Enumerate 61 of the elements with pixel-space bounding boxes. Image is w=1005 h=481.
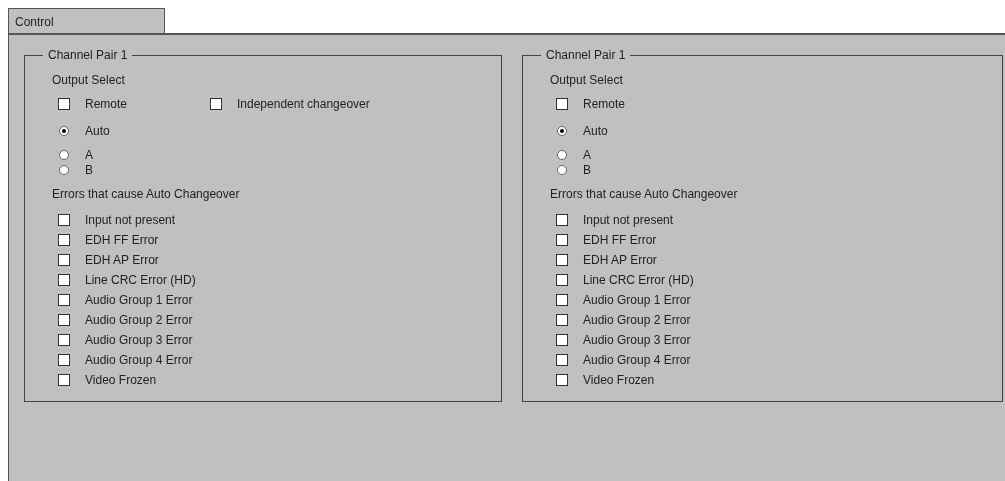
option-label: Audio Group 1 Error [583,292,691,309]
option-label: Line CRC Error (HD) [583,272,694,289]
option-label: EDH AP Error [85,252,159,269]
option-label: Video Frozen [583,372,655,389]
option-label: B [583,161,591,179]
group-title: Channel Pair 1 [541,48,631,62]
option-label: Input not present [583,212,674,229]
option-label: Audio Group 3 Error [85,332,193,349]
section-label: Output Select [550,72,624,88]
checkbox[interactable] [210,98,222,110]
option-label: Audio Group 1 Error [85,292,193,309]
checkbox[interactable] [58,314,70,326]
option-label: Remote [583,96,626,113]
option-label: Auto [583,123,608,140]
checkbox[interactable] [58,274,70,286]
option-label: Audio Group 3 Error [583,332,691,349]
section-label: Errors that cause Auto Changeover [52,186,241,202]
checkbox[interactable] [556,314,568,326]
radio-button[interactable] [557,149,567,160]
checkbox[interactable] [556,294,568,306]
checkbox[interactable] [556,98,568,110]
radio-button[interactable] [59,164,69,175]
checkbox[interactable] [58,234,70,246]
option-label: B [85,161,93,179]
option-label: A [583,146,591,164]
option-label: EDH FF Error [85,232,159,249]
option-label: Audio Group 4 Error [583,352,691,369]
checkbox[interactable] [556,214,568,226]
checkbox[interactable] [556,334,568,346]
option-label: Audio Group 2 Error [85,312,193,329]
radio-button[interactable] [557,164,567,175]
option-label: A [85,146,93,164]
section-label: Output Select [52,72,126,88]
option-label: Audio Group 4 Error [85,352,193,369]
checkbox[interactable] [556,274,568,286]
radio-button[interactable] [557,126,567,136]
checkbox[interactable] [58,214,70,226]
checkbox[interactable] [58,354,70,366]
checkbox[interactable] [58,98,70,110]
checkbox[interactable] [58,334,70,346]
option-label: Auto [85,123,110,140]
group-title: Channel Pair 1 [43,48,133,62]
checkbox[interactable] [58,294,70,306]
checkbox[interactable] [58,374,70,386]
checkbox[interactable] [58,254,70,266]
tab[interactable]: Control [8,8,165,33]
radio-button[interactable] [59,126,69,136]
option-label: Line CRC Error (HD) [85,272,196,289]
section-label: Errors that cause Auto Changeover [550,186,739,202]
radio-button[interactable] [59,149,69,160]
checkbox[interactable] [556,234,568,246]
option-label: Independent changeover [237,96,370,113]
option-label: EDH FF Error [583,232,657,249]
checkbox[interactable] [556,374,568,386]
checkbox[interactable] [556,354,568,366]
option-label: Video Frozen [85,372,157,389]
option-label: Remote [85,96,128,113]
option-label: Audio Group 2 Error [583,312,691,329]
option-label: Input not present [85,212,176,229]
option-label: EDH AP Error [583,252,657,269]
checkbox[interactable] [556,254,568,266]
